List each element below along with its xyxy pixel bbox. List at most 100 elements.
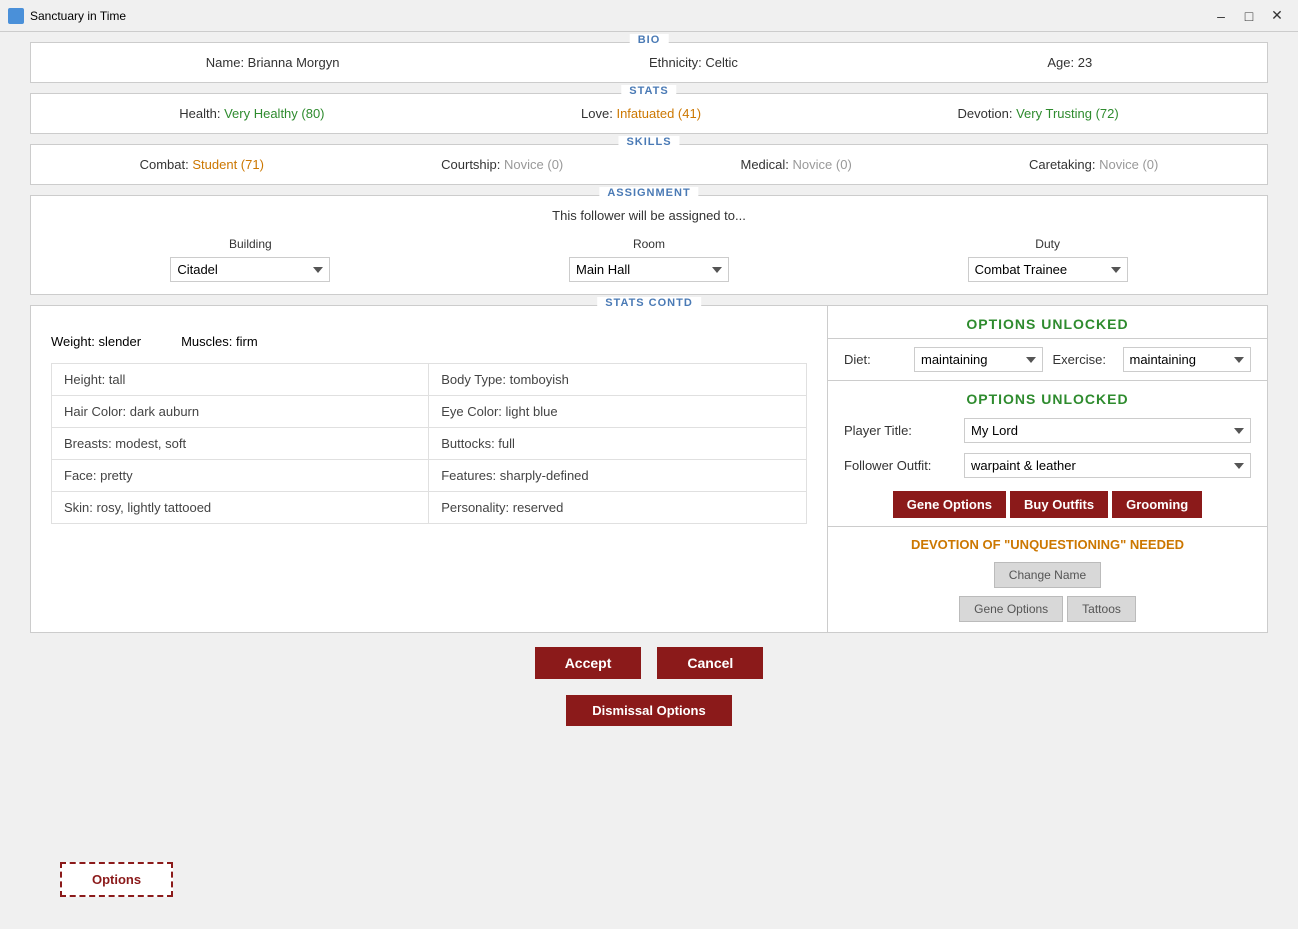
diet-select[interactable]: maintaining <box>914 347 1043 372</box>
assignment-content: This follower will be assigned to... Bui… <box>31 196 1267 294</box>
eye-color-cell: Eye Color: light blue <box>429 396 807 428</box>
health-stat: Health: Very Healthy (80) <box>179 106 324 121</box>
devotion-buttons-row2: Gene Options Tattoos <box>844 596 1251 622</box>
options-button[interactable]: Options <box>60 862 173 897</box>
maximize-button[interactable]: □ <box>1236 5 1262 27</box>
medical-value: Novice (0) <box>793 157 852 172</box>
skills-row: Combat: Student (71) Courtship: Novice (… <box>31 145 1267 184</box>
devotion-stat: Devotion: Very Trusting (72) <box>958 106 1119 121</box>
stats-contd-inner: Weight: slender Muscles: firm Height: ta… <box>31 306 1267 632</box>
weight-stat: Weight: slender <box>51 334 141 349</box>
table-row: Hair Color: dark auburn Eye Color: light… <box>52 396 807 428</box>
stats-contd-panel: STATS CONTD Weight: slender Muscles: fir… <box>30 305 1268 633</box>
stats-row: Health: Very Healthy (80) Love: Infatuat… <box>31 94 1267 133</box>
duty-select[interactable]: Combat Trainee <box>968 257 1128 282</box>
muscles-stat: Muscles: firm <box>181 334 258 349</box>
minimize-button[interactable]: – <box>1208 5 1234 27</box>
building-group: Building Citadel <box>170 237 330 282</box>
app-icon <box>8 8 24 24</box>
follower-outfit-label: Follower Outfit: <box>844 458 954 473</box>
options-unlocked-header-1: OPTIONS UNLOCKED <box>828 306 1267 339</box>
face-cell: Face: pretty <box>52 460 429 492</box>
hair-color-cell: Hair Color: dark auburn <box>52 396 429 428</box>
assignment-panel: ASSIGNMENT This follower will be assigne… <box>30 195 1268 295</box>
love-value: Infatuated (41) <box>616 106 701 121</box>
table-row: Breasts: modest, soft Buttocks: full <box>52 428 807 460</box>
caretaking-value: Novice (0) <box>1099 157 1158 172</box>
follower-outfit-select[interactable]: warpaint & leather <box>964 453 1251 478</box>
options-buttons-row: Gene Options Buy Outfits Grooming <box>828 483 1267 526</box>
skills-panel: SKILLS Combat: Student (71) Courtship: N… <box>30 144 1268 185</box>
bio-name: Name: Brianna Morgyn <box>206 55 340 70</box>
assignment-dropdowns: Building Citadel Room Main Hall Duty Com… <box>51 237 1247 282</box>
player-title-select[interactable]: My Lord <box>964 418 1251 443</box>
bottom-buttons: Accept Cancel <box>30 647 1268 679</box>
diet-row: Diet: maintaining Exercise: maintaining <box>828 339 1267 380</box>
app-title: Sanctuary in Time <box>30 9 1208 23</box>
title-bar: Sanctuary in Time – □ ✕ <box>0 0 1298 32</box>
breasts-cell: Breasts: modest, soft <box>52 428 429 460</box>
player-title-label: Player Title: <box>844 423 954 438</box>
bio-section-label: BIO <box>630 34 669 46</box>
change-name-button[interactable]: Change Name <box>994 562 1101 588</box>
duty-label: Duty <box>1035 237 1060 251</box>
room-select[interactable]: Main Hall <box>569 257 729 282</box>
bio-row: Name: Brianna Morgyn Ethnicity: Celtic A… <box>31 43 1267 82</box>
dismissal-container: Dismissal Options <box>30 695 1268 726</box>
grooming-button[interactable]: Grooming <box>1112 491 1202 518</box>
stats-panel: STATS Health: Very Healthy (80) Love: In… <box>30 93 1268 134</box>
exercise-label: Exercise: <box>1053 352 1113 367</box>
features-cell: Features: sharply-defined <box>429 460 807 492</box>
combat-skill: Combat: Student (71) <box>140 157 264 172</box>
change-name-row: Change Name <box>844 562 1251 588</box>
buy-outfits-button[interactable]: Buy Outfits <box>1010 491 1108 518</box>
options-unlocked-2: OPTIONS UNLOCKED Player Title: My Lord F… <box>828 380 1267 526</box>
bio-panel: BIO Name: Brianna Morgyn Ethnicity: Celt… <box>30 42 1268 83</box>
health-value: Very Healthy (80) <box>224 106 324 121</box>
bio-ethnicity: Ethnicity: Celtic <box>649 55 738 70</box>
assignment-section-label: ASSIGNMENT <box>599 187 698 199</box>
player-title-row: Player Title: My Lord <box>828 413 1267 448</box>
devotion-section: DEVOTION OF "UNQUESTIONING" NEEDED Chang… <box>828 526 1267 632</box>
exercise-select[interactable]: maintaining <box>1123 347 1252 372</box>
options-unlocked-1: OPTIONS UNLOCKED Diet: maintaining Exerc… <box>828 306 1267 380</box>
caretaking-skill: Caretaking: Novice (0) <box>1029 157 1158 172</box>
gene-options-button-2[interactable]: Gene Options <box>959 596 1063 622</box>
courtship-value: Novice (0) <box>504 157 563 172</box>
diet-label: Diet: <box>844 352 904 367</box>
options-unlocked-header-2: OPTIONS UNLOCKED <box>828 381 1267 413</box>
room-label: Room <box>633 237 665 251</box>
accept-button[interactable]: Accept <box>535 647 642 679</box>
main-content: BIO Name: Brianna Morgyn Ethnicity: Celt… <box>0 32 1298 736</box>
cancel-button[interactable]: Cancel <box>657 647 763 679</box>
tattoos-button[interactable]: Tattoos <box>1067 596 1136 622</box>
building-label: Building <box>229 237 272 251</box>
dismissal-options-button[interactable]: Dismissal Options <box>566 695 731 726</box>
buttocks-cell: Buttocks: full <box>429 428 807 460</box>
stats-contd-section-label: STATS CONTD <box>597 297 701 309</box>
table-row: Face: pretty Features: sharply-defined <box>52 460 807 492</box>
height-cell: Height: tall <box>52 364 429 396</box>
medical-skill: Medical: Novice (0) <box>740 157 851 172</box>
table-row: Skin: rosy, lightly tattooed Personality… <box>52 492 807 524</box>
body-type-cell: Body Type: tomboyish <box>429 364 807 396</box>
options-panel: OPTIONS UNLOCKED Diet: maintaining Exerc… <box>827 306 1267 632</box>
personality-cell: Personality: reserved <box>429 492 807 524</box>
stats-contd-left: Weight: slender Muscles: firm Height: ta… <box>31 306 827 632</box>
room-group: Room Main Hall <box>569 237 729 282</box>
skills-section-label: SKILLS <box>618 136 679 148</box>
devotion-value: Very Trusting (72) <box>1016 106 1119 121</box>
window-controls: – □ ✕ <box>1208 5 1290 27</box>
follower-outfit-row: Follower Outfit: warpaint & leather <box>828 448 1267 483</box>
assignment-subtitle: This follower will be assigned to... <box>51 208 1247 223</box>
gene-options-button-1[interactable]: Gene Options <box>893 491 1006 518</box>
building-select[interactable]: Citadel <box>170 257 330 282</box>
close-button[interactable]: ✕ <box>1264 5 1290 27</box>
table-row: Height: tall Body Type: tomboyish <box>52 364 807 396</box>
love-stat: Love: Infatuated (41) <box>581 106 701 121</box>
combat-value: Student (71) <box>192 157 264 172</box>
stats-inner-table: Height: tall Body Type: tomboyish Hair C… <box>51 363 807 524</box>
skin-cell: Skin: rosy, lightly tattooed <box>52 492 429 524</box>
courtship-skill: Courtship: Novice (0) <box>441 157 563 172</box>
bio-age: Age: 23 <box>1047 55 1092 70</box>
